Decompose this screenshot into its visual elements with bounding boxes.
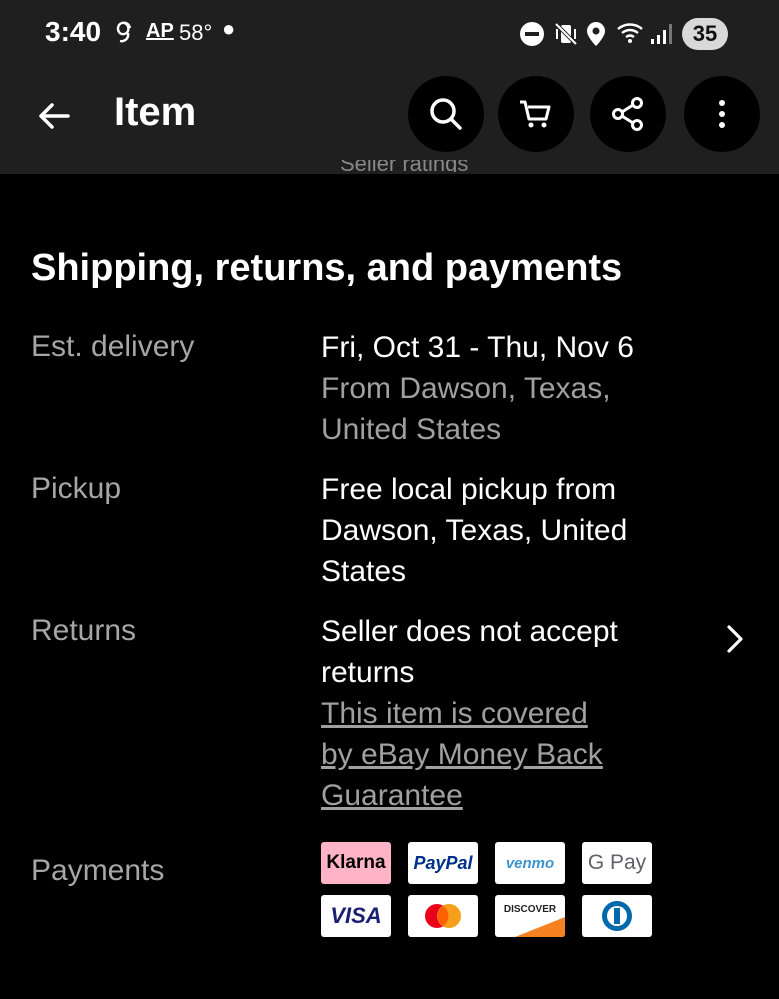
ap-news-icon: AP [146, 20, 174, 42]
threads-icon [113, 18, 137, 51]
delivery-value: Fri, Oct 31 - Thu, Nov 6 From Dawson, Te… [321, 327, 681, 450]
visa-logo: VISA [321, 895, 391, 937]
pickup-line1: Free local pickup from [321, 473, 617, 506]
pickup-value: Free local pickup from Dawson, Texas, Un… [321, 469, 681, 592]
payments-label: Payments [31, 854, 165, 887]
do-not-disturb-icon [519, 21, 545, 52]
back-arrow-icon [39, 103, 70, 129]
paypal-logo: PayPal [408, 842, 478, 884]
mute-vibrate-icon [553, 21, 579, 52]
status-bar: 3:40 AP 58° ● 35 [0, 0, 779, 70]
delivery-label: Est. delivery [31, 330, 195, 363]
returns-line1: Seller does not accept [321, 615, 618, 648]
cart-button[interactable] [498, 76, 574, 152]
battery-indicator: 35 [682, 18, 728, 50]
returns-line2: returns [321, 656, 415, 689]
money-back-guarantee-link-line3[interactable]: Guarantee [321, 775, 681, 816]
pickup-label: Pickup [31, 472, 122, 505]
money-back-guarantee-link-line2[interactable]: by eBay Money Back [321, 734, 681, 775]
previous-section-peek: Seller ratings [340, 160, 468, 172]
returns-value[interactable]: Seller does not accept returns This item… [321, 611, 681, 816]
klarna-logo: Klarna [321, 842, 391, 884]
returns-label: Returns [31, 614, 137, 647]
wifi-icon [616, 21, 646, 52]
delivery-origin-line1: From Dawson, Texas, [321, 372, 611, 405]
app-bar: Item [0, 70, 779, 174]
back-button[interactable] [30, 92, 78, 140]
search-icon [430, 98, 462, 130]
search-button[interactable] [408, 76, 484, 152]
google-pay-logo: G Pay [582, 842, 652, 884]
delivery-origin-line2: United States [321, 413, 502, 446]
cart-icon [520, 100, 551, 128]
mastercard-logo [408, 895, 478, 937]
money-back-guarantee-link-line1[interactable]: This item is covered [321, 693, 681, 734]
location-icon [585, 21, 607, 52]
signal-icon [650, 21, 674, 52]
pickup-line2: Dawson, Texas, United [321, 514, 628, 547]
more-vertical-icon [719, 100, 725, 128]
section-title: Shipping, returns, and payments [31, 247, 623, 289]
more-options-button[interactable] [684, 76, 760, 152]
discover-logo: DISCOVER [495, 895, 565, 937]
diners-club-logo [582, 895, 652, 937]
delivery-dates: Fri, Oct 31 - Thu, Nov 6 [321, 331, 634, 364]
share-icon [612, 97, 643, 131]
status-temperature: 58° [179, 20, 213, 45]
pickup-line3: States [321, 555, 407, 588]
notification-dot-icon: ● [222, 16, 236, 41]
returns-chevron-right-icon[interactable] [720, 622, 750, 656]
status-time: 3:40 [45, 16, 102, 47]
venmo-logo: venmo [495, 842, 565, 884]
page-title: Item [114, 90, 197, 134]
share-button[interactable] [590, 76, 666, 152]
